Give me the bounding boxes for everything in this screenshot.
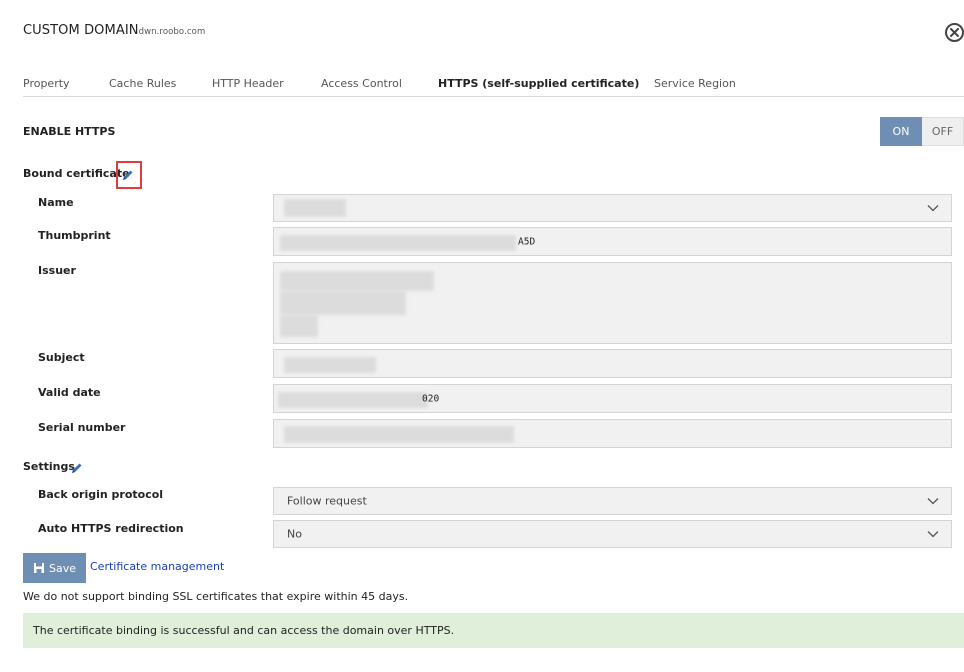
chevron-down-icon <box>927 205 939 212</box>
subject-field <box>273 349 952 378</box>
subject-label: Subject <box>38 351 85 364</box>
toggle-off-button[interactable]: OFF <box>922 117 964 146</box>
tab-access-control[interactable]: Access Control <box>321 77 402 90</box>
save-button-label: Save <box>48 561 76 575</box>
auto-https-redirection-select[interactable]: No <box>273 520 952 548</box>
back-origin-protocol-label: Back origin protocol <box>38 488 164 501</box>
redaction <box>280 315 318 337</box>
page-title: CUSTOM DOMAINdwn.roobo.com <box>23 23 205 38</box>
page-title-text: CUSTOM DOMAIN <box>23 23 139 38</box>
enable-https-label: ENABLE HTTPS <box>23 125 116 138</box>
redaction <box>278 392 428 408</box>
save-button[interactable]: Save <box>23 553 86 583</box>
pencil-icon <box>123 170 133 180</box>
save-icon <box>33 563 44 573</box>
tab-cache-rules[interactable]: Cache Rules <box>109 77 176 90</box>
tab-property[interactable]: Property <box>23 77 70 90</box>
success-message-text: The certificate binding is successful an… <box>33 624 455 637</box>
issuer-field <box>273 262 952 344</box>
thumbprint-field: A5D <box>273 227 952 256</box>
https-toggle[interactable]: ON OFF <box>880 117 964 146</box>
toggle-on-button[interactable]: ON <box>880 117 922 146</box>
redaction <box>284 357 376 373</box>
settings-label: Settings <box>23 460 75 473</box>
thumbprint-value: A5D <box>518 236 536 247</box>
ssl-expiry-note: We do not support binding SSL certificat… <box>23 590 409 603</box>
close-circle-icon <box>950 28 959 37</box>
issuer-label: Issuer <box>38 264 76 277</box>
bound-certificate-label: Bound certificate <box>23 167 130 180</box>
chevron-down-icon <box>927 498 939 505</box>
success-message: The certificate binding is successful an… <box>23 613 964 648</box>
close-button[interactable] <box>945 23 964 42</box>
certificate-edit-button[interactable] <box>116 161 142 189</box>
auto-https-redirection-value: No <box>287 527 302 541</box>
back-origin-protocol-value: Follow request <box>287 494 367 508</box>
domain-name: dwn.roobo.com <box>138 27 206 37</box>
valid-date-value: 020 <box>422 393 440 404</box>
tab-bar: Property Cache Rules HTTP Header Access … <box>23 77 964 97</box>
tab-http-header[interactable]: HTTP Header <box>212 77 284 90</box>
redaction <box>284 426 514 443</box>
redaction <box>284 199 346 217</box>
chevron-down-icon <box>927 531 939 538</box>
pencil-icon[interactable] <box>70 461 84 475</box>
name-label: Name <box>38 196 74 209</box>
tab-service-region[interactable]: Service Region <box>654 77 736 90</box>
valid-date-label: Valid date <box>38 386 101 399</box>
tab-https[interactable]: HTTPS (self-supplied certificate) <box>438 77 639 90</box>
certificate-management-link[interactable]: Certificate management <box>90 560 224 573</box>
valid-date-field: 020 <box>273 384 952 413</box>
redaction <box>280 235 516 251</box>
name-select[interactable] <box>273 194 952 222</box>
serial-number-field <box>273 419 952 448</box>
serial-number-label: Serial number <box>38 421 126 434</box>
back-origin-protocol-select[interactable]: Follow request <box>273 487 952 515</box>
settings-label-text: Settings <box>23 460 75 473</box>
redaction <box>280 291 406 315</box>
thumbprint-label: Thumbprint <box>38 229 111 242</box>
auto-https-redirection-label: Auto HTTPS redirection <box>38 522 184 535</box>
redaction <box>280 271 434 291</box>
